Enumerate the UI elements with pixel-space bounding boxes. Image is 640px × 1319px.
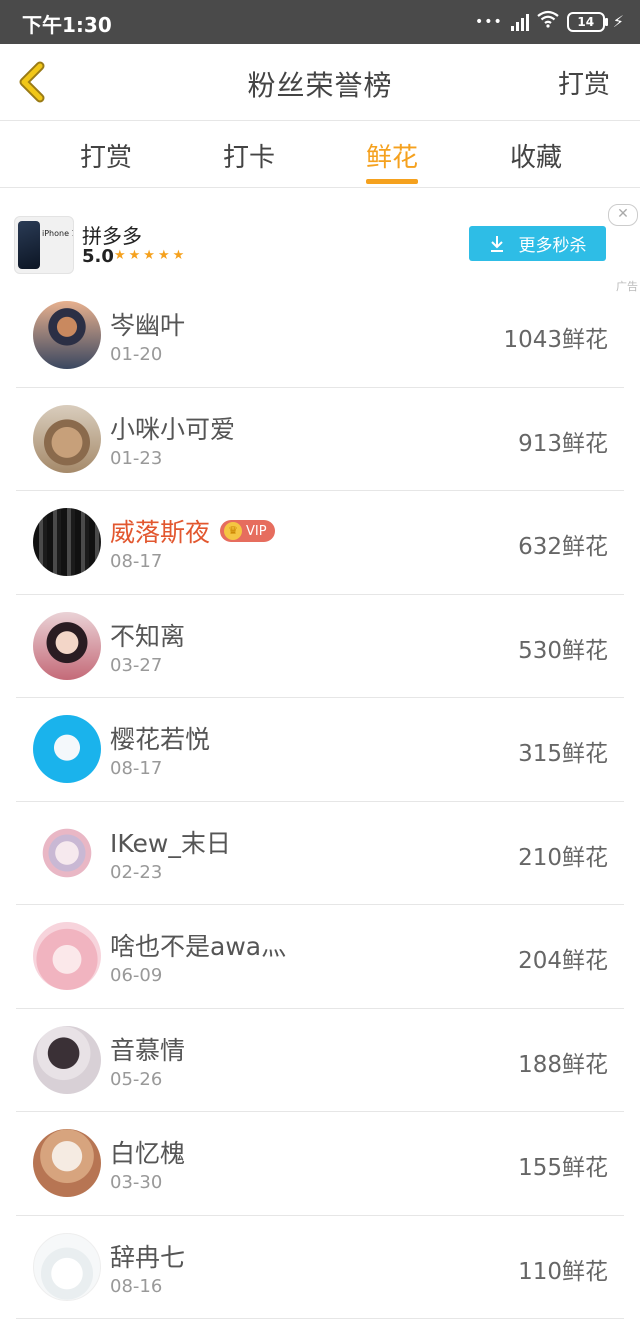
fan-list: 岑幽叶 01-20 1043鲜花 小咪小可爱 01-23 913鲜花 威落斯夜 ♛… xyxy=(16,284,624,1319)
ad-thumbnail: iPhone 12 xyxy=(14,216,74,274)
list-item[interactable]: 小咪小可爱 01-23 913鲜花 xyxy=(16,388,624,492)
tab-reward[interactable]: 打赏 xyxy=(80,137,132,174)
vip-badge: ♛ VIP xyxy=(220,520,275,542)
fan-name: 白忆槐 xyxy=(110,1134,185,1170)
tab-flowers[interactable]: 鲜花 xyxy=(366,137,418,174)
avatar xyxy=(33,405,101,473)
close-icon[interactable]: ✕ xyxy=(608,204,638,226)
fan-name: 威落斯夜 xyxy=(110,518,210,547)
fan-name-vip: 威落斯夜 ♛ VIP xyxy=(110,513,275,549)
flower-count: 210鲜花 xyxy=(518,838,608,872)
list-item[interactable]: 白忆槐 03-30 155鲜花 xyxy=(16,1112,624,1216)
fan-date: 08-16 xyxy=(110,1276,162,1297)
ad-cta-button[interactable]: 更多秒杀 xyxy=(469,226,606,261)
ad-banner[interactable]: iPhone 12 拼多多 5.0 ★★★★★ 更多秒杀 ✕ 广告 xyxy=(0,200,640,292)
fan-date: 05-26 xyxy=(110,1069,162,1090)
fan-name: 辞冉七 xyxy=(110,1238,185,1274)
fan-name: IKew_末日 xyxy=(110,824,231,860)
crown-icon: ♛ xyxy=(224,522,242,540)
avatar xyxy=(33,301,101,369)
list-item[interactable]: 樱花若悦 08-17 315鲜花 xyxy=(16,698,624,802)
list-item[interactable]: 岑幽叶 01-20 1043鲜花 xyxy=(16,284,624,388)
fan-name: 樱花若悦 xyxy=(110,720,210,756)
fan-name: 音慕情 xyxy=(110,1031,185,1067)
list-item[interactable]: 威落斯夜 ♛ VIP 08-17 632鲜花 xyxy=(16,491,624,595)
more-dots-icon: ••• xyxy=(475,14,503,30)
wifi-icon xyxy=(537,10,559,33)
star-rating-icon: ★★★★★ xyxy=(114,248,187,263)
fan-date: 08-17 xyxy=(110,758,162,779)
fan-name: 小咪小可爱 xyxy=(110,410,235,446)
tab-bar: 打赏 打卡 鲜花 收藏 xyxy=(0,121,640,188)
vip-label: VIP xyxy=(246,524,267,539)
fan-date: 03-27 xyxy=(110,655,162,676)
avatar xyxy=(33,819,101,887)
tab-favorites[interactable]: 收藏 xyxy=(510,137,562,174)
status-time: 下午1:30 xyxy=(22,9,112,38)
avatar xyxy=(33,508,101,576)
list-item[interactable]: 音慕情 05-26 188鲜花 xyxy=(16,1009,624,1113)
avatar xyxy=(33,922,101,990)
fan-date: 01-20 xyxy=(110,344,162,365)
fan-name: 啥也不是awa灬 xyxy=(110,927,286,963)
avatar xyxy=(33,1129,101,1197)
page-title: 粉丝荣誉榜 xyxy=(0,64,640,104)
fan-name: 岑幽叶 xyxy=(110,306,185,342)
flower-count: 632鲜花 xyxy=(518,527,608,561)
avatar xyxy=(33,1026,101,1094)
fan-date: 06-09 xyxy=(110,965,162,986)
charging-icon: ⚡ xyxy=(613,12,624,31)
list-item[interactable]: IKew_末日 02-23 210鲜花 xyxy=(16,802,624,906)
avatar xyxy=(33,715,101,783)
battery-icon: 14 xyxy=(567,12,605,32)
list-item[interactable]: 啥也不是awa灬 06-09 204鲜花 xyxy=(16,905,624,1009)
ad-thumbnail-text: iPhone 12 xyxy=(42,229,74,238)
flower-count: 110鲜花 xyxy=(518,1252,608,1286)
title-bar: 粉丝荣誉榜 打赏 xyxy=(0,44,640,121)
fan-date: 01-23 xyxy=(110,448,162,469)
ad-rating: 5.0 xyxy=(82,246,114,267)
flower-count: 188鲜花 xyxy=(518,1045,608,1079)
flower-count: 155鲜花 xyxy=(518,1148,608,1182)
phone-image-icon xyxy=(18,221,40,269)
fan-name: 不知离 xyxy=(110,617,185,653)
ad-cta-label: 更多秒杀 xyxy=(519,231,587,256)
status-icons: ••• 14 ⚡ xyxy=(475,10,624,33)
flower-count: 204鲜花 xyxy=(518,941,608,975)
avatar xyxy=(33,1233,101,1301)
list-item[interactable]: 辞冉七 08-16 110鲜花 xyxy=(16,1216,624,1319)
flower-count: 530鲜花 xyxy=(518,631,608,665)
tab-checkin[interactable]: 打卡 xyxy=(223,137,275,174)
status-bar: 下午1:30 ••• 14 ⚡ xyxy=(0,0,640,44)
active-tab-indicator xyxy=(366,179,418,184)
signal-icon xyxy=(511,13,529,31)
flower-count: 913鲜花 xyxy=(518,424,608,458)
avatar xyxy=(33,612,101,680)
fan-date: 03-30 xyxy=(110,1172,162,1193)
list-item[interactable]: 不知离 03-27 530鲜花 xyxy=(16,595,624,699)
flower-count: 315鲜花 xyxy=(518,734,608,768)
ad-brand: 拼多多 xyxy=(82,220,142,249)
download-icon xyxy=(489,235,505,253)
fan-date: 08-17 xyxy=(110,551,162,572)
flower-count: 1043鲜花 xyxy=(503,320,608,354)
fan-date: 02-23 xyxy=(110,862,162,883)
reward-button[interactable]: 打赏 xyxy=(558,64,610,101)
